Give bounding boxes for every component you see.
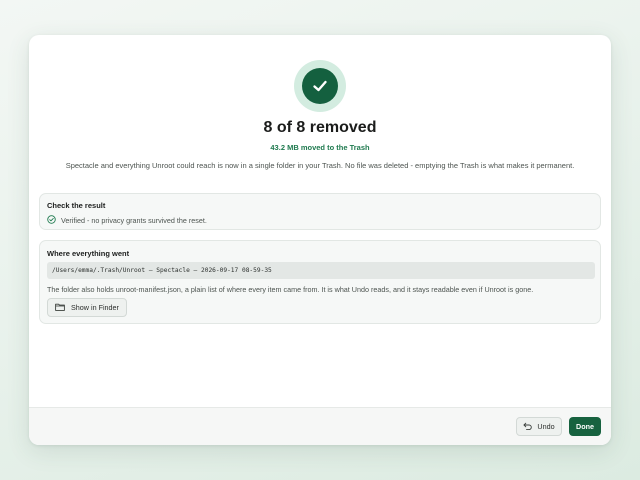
- done-button[interactable]: Done: [569, 417, 601, 436]
- verified-status-text: Verified - no privacy grants survived th…: [61, 216, 207, 225]
- result-description: Spectacle and everything Unroot could re…: [65, 161, 575, 170]
- where-heading: Where everything went: [47, 249, 130, 258]
- where-everything-went-card: Where everything went /Users/emma/.Trash…: [39, 240, 601, 324]
- check-result-card: Check the result Verified - no privacy g…: [39, 193, 601, 230]
- result-window: 8 of 8 removed 43.2 MB moved to the Tras…: [29, 35, 611, 445]
- undo-button[interactable]: Undo: [516, 417, 562, 436]
- manifest-note: The folder also holds unroot-manifest.js…: [47, 285, 534, 294]
- moved-size-subtitle: 43.2 MB moved to the Trash: [270, 143, 370, 152]
- footer-bar: Undo Done: [29, 407, 611, 445]
- verified-status: Verified - no privacy grants survived th…: [47, 215, 207, 226]
- trash-folder-path: /Users/emma/.Trash/Unroot – Spectacle – …: [47, 262, 595, 279]
- show-in-finder-button[interactable]: Show in Finder: [47, 298, 127, 317]
- check-result-heading: Check the result: [47, 201, 106, 210]
- checkmark-icon: [302, 68, 338, 104]
- result-content: 8 of 8 removed 43.2 MB moved to the Tras…: [29, 35, 611, 407]
- check-circle-icon: [47, 215, 56, 226]
- show-in-finder-label: Show in Finder: [71, 303, 119, 312]
- undo-label: Undo: [537, 422, 555, 431]
- undo-arrow-icon: [523, 422, 533, 432]
- folder-icon: [55, 303, 65, 313]
- page-title: 8 of 8 removed: [263, 119, 377, 136]
- success-badge: [294, 60, 346, 112]
